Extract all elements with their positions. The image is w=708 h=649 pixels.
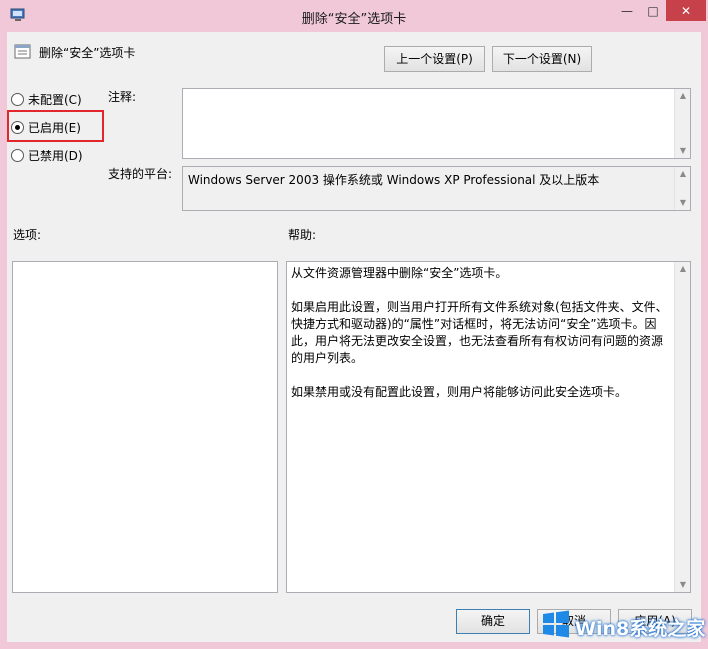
maximize-button[interactable]: □: [640, 0, 666, 21]
ok-button[interactable]: 确定: [456, 609, 530, 634]
comment-label: 注释:: [108, 90, 137, 104]
window-title: 删除“安全”选项卡: [301, 12, 407, 27]
dialog-window: 删除“安全”选项卡 — □ ✕ 删除“安全”选项卡 上一个设置(P) 下一个设置…: [0, 0, 708, 649]
help-paragraph: 从文件资源管理器中删除“安全”选项卡。: [291, 266, 508, 280]
policy-title: 删除“安全”选项卡: [39, 46, 136, 60]
policy-setting-icon: [14, 44, 31, 59]
radio-label: 已启用(E): [28, 121, 81, 135]
windows-logo-icon: [543, 610, 569, 638]
radio-label: 未配置(C): [28, 93, 82, 107]
comment-scrollbar[interactable]: ▲ ▼: [674, 89, 690, 158]
scroll-up-icon[interactable]: ▲: [675, 167, 691, 181]
platform-label: 支持的平台:: [108, 167, 173, 181]
scroll-up-icon[interactable]: ▲: [675, 89, 691, 103]
platform-scrollbar[interactable]: ▲ ▼: [674, 167, 690, 210]
radio-label: 已禁用(D): [28, 149, 83, 163]
help-paragraph: 如果启用此设置，则当用户打开所有文件系统对象(包括文件夹、文件、快捷方式和驱动器…: [291, 300, 668, 365]
minimize-button[interactable]: —: [614, 0, 640, 21]
help-label: 帮助:: [288, 228, 317, 242]
radio-circle[interactable]: [11, 149, 24, 162]
help-paragraph: 如果禁用或没有配置此设置，则用户将能够访问此安全选项卡。: [291, 385, 628, 399]
scroll-down-icon[interactable]: ▼: [675, 578, 691, 592]
scroll-up-icon[interactable]: ▲: [675, 262, 691, 276]
options-label: 选项:: [13, 228, 42, 242]
radio-enabled[interactable]: 已启用(E): [11, 119, 81, 136]
radio-disabled[interactable]: 已禁用(D): [11, 147, 83, 164]
previous-setting-button[interactable]: 上一个设置(P): [384, 46, 485, 72]
dialog-body: 删除“安全”选项卡 上一个设置(P) 下一个设置(N) 未配置(C) 已启用(E…: [7, 32, 701, 642]
scroll-down-icon[interactable]: ▼: [675, 144, 691, 158]
help-scrollbar[interactable]: ▲ ▼: [674, 262, 690, 592]
watermark: Win8系统之家: [537, 604, 707, 649]
help-panel: 从文件资源管理器中删除“安全”选项卡。 如果启用此设置，则当用户打开所有文件系统…: [286, 261, 691, 593]
watermark-text: Win8系统之家: [575, 618, 706, 640]
radio-not-configured[interactable]: 未配置(C): [11, 91, 82, 108]
radio-circle-checked[interactable]: [11, 121, 24, 134]
title-bar[interactable]: 删除“安全”选项卡 — □ ✕: [0, 0, 708, 32]
next-setting-button[interactable]: 下一个设置(N): [492, 46, 592, 72]
platform-value: Windows Server 2003 操作系统或 Windows XP Pro…: [188, 173, 600, 187]
scroll-down-icon[interactable]: ▼: [675, 196, 691, 210]
options-panel: [12, 261, 278, 593]
comment-input[interactable]: ▲ ▼: [182, 88, 691, 159]
close-button[interactable]: ✕: [666, 0, 706, 21]
platform-field: Windows Server 2003 操作系统或 Windows XP Pro…: [182, 166, 691, 211]
help-text: 从文件资源管理器中删除“安全”选项卡。 如果启用此设置，则当用户打开所有文件系统…: [291, 265, 671, 418]
radio-circle[interactable]: [11, 93, 24, 106]
